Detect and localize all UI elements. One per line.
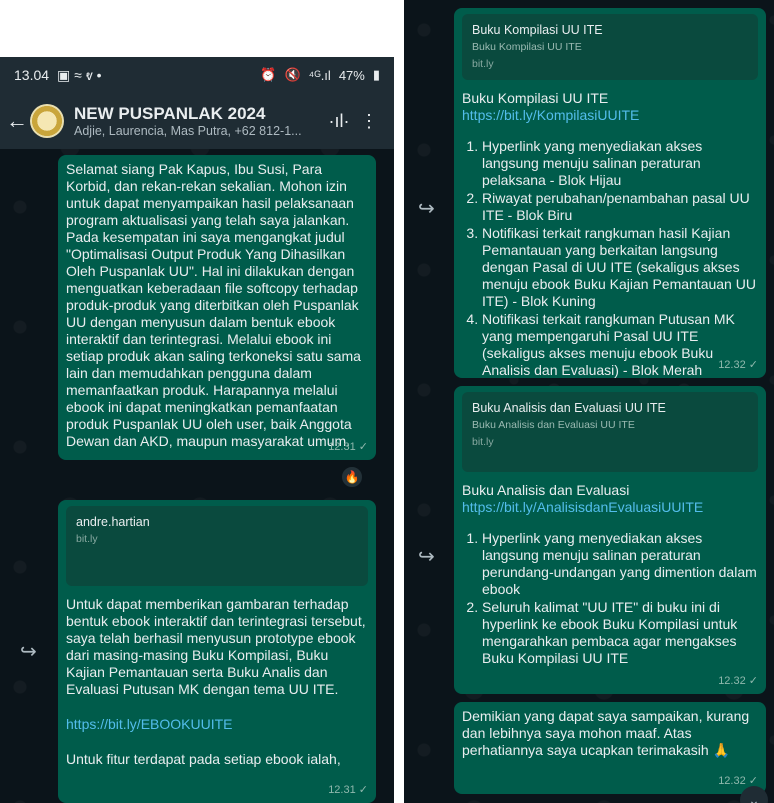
link-preview[interactable]: Buku Analisis dan Evaluasi UU ITE Buku A… bbox=[462, 392, 758, 472]
voice-chat-icon[interactable]: ·ıl· bbox=[324, 111, 354, 132]
message-bubble[interactable]: Buku Kompilasi UU ITE Buku Kompilasi UU … bbox=[454, 8, 766, 378]
status-time: 13.04 bbox=[14, 67, 50, 83]
chat-members: Adjie, Laurencia, Mas Putra, +62 812-1..… bbox=[74, 124, 302, 138]
chat-title: NEW PUSPANLAK 2024 bbox=[74, 104, 266, 123]
message-time: 12.31 ✓ bbox=[328, 784, 368, 796]
link-preview-title: Buku Analisis dan Evaluasi UU ITE bbox=[472, 401, 666, 415]
link-preview[interactable]: Buku Kompilasi UU ITE Buku Kompilasi UU … bbox=[462, 14, 758, 80]
left-chat-screen: 13.04 ▣ ≈ ⱴ • ⏰ 🔇 ⁴ᴳ.ıl 47% ▮ ← NEW PUSP… bbox=[0, 57, 394, 803]
message-text: Untuk fitur terdapat pada setiap ebook i… bbox=[66, 751, 341, 767]
forward-icon[interactable]: ↪ bbox=[418, 196, 435, 221]
signal-icon: ⁴ᴳ.ıl bbox=[308, 67, 331, 83]
list-item: Hyperlink yang menyediakan akses langsun… bbox=[482, 530, 758, 598]
message-time: 12.32 ✓ bbox=[718, 675, 758, 687]
message-bubble[interactable]: Demikian yang dapat saya sampaikan, kura… bbox=[454, 702, 766, 794]
mute-icon: 🔇 bbox=[284, 67, 301, 82]
message-bubble[interactable]: Buku Analisis dan Evaluasi UU ITE Buku A… bbox=[454, 386, 766, 694]
group-avatar[interactable] bbox=[30, 104, 64, 138]
read-check-icon: ✓ bbox=[748, 359, 758, 371]
notification-icons: ▣ ≈ ⱴ • bbox=[57, 66, 102, 83]
list-item: Notifikasi terkait rangkuman hasil Kajia… bbox=[482, 225, 758, 310]
chat-header: ← NEW PUSPANLAK 2024 Adjie, Laurencia, M… bbox=[0, 93, 394, 149]
link-preview-site: bit.ly bbox=[76, 533, 98, 545]
forward-icon[interactable]: ↪ bbox=[20, 639, 37, 664]
read-check-icon: ✓ bbox=[748, 675, 758, 687]
feature-list: Hyperlink yang menyediakan akses langsun… bbox=[462, 138, 758, 379]
message-time: 12.32 ✓ bbox=[718, 359, 758, 371]
right-chat-screen: Buku Kompilasi UU ITE Buku Kompilasi UU … bbox=[404, 0, 774, 803]
more-options-icon[interactable]: ⋮ bbox=[354, 111, 384, 132]
link-preview-description: Buku Kompilasi UU ITE bbox=[472, 41, 582, 53]
chat-info[interactable]: NEW PUSPANLAK 2024 Adjie, Laurencia, Mas… bbox=[74, 104, 324, 138]
message-link[interactable]: https://bit.ly/EBOOKUUITE bbox=[66, 716, 368, 733]
link-preview-title: andre.hartian bbox=[76, 515, 150, 529]
message-text: Demikian yang dapat saya sampaikan, kura… bbox=[462, 708, 750, 758]
message-heading: Buku Analisis dan Evaluasi bbox=[462, 482, 630, 498]
message-bubble[interactable]: andre.hartian bit.ly Untuk dapat memberi… bbox=[58, 500, 376, 803]
fire-reaction[interactable]: 🔥 bbox=[340, 465, 364, 489]
message-link[interactable]: https://bit.ly/KompilasiUUITE bbox=[462, 107, 758, 124]
message-text: Untuk dapat memberikan gambaran terhadap… bbox=[66, 596, 366, 697]
battery-level: 47% bbox=[338, 67, 365, 83]
forward-icon[interactable]: ↪ bbox=[418, 544, 435, 569]
list-item: Notifikasi terkait rangkuman Putusan MK … bbox=[482, 311, 758, 379]
message-link[interactable]: https://bit.ly/AnalisisdanEvaluasiUUITE bbox=[462, 499, 758, 516]
list-item: Hyperlink yang menyediakan akses langsun… bbox=[482, 138, 758, 189]
link-preview-site: bit.ly bbox=[472, 58, 494, 70]
read-check-icon: ✓ bbox=[358, 441, 368, 453]
link-preview-description: Buku Analisis dan Evaluasi UU ITE bbox=[472, 419, 635, 431]
read-check-icon: ✓ bbox=[358, 784, 368, 796]
message-text: Selamat siang Pak Kapus, Ibu Susi, Para … bbox=[66, 161, 361, 449]
battery-icon: ▮ bbox=[372, 67, 380, 82]
link-preview[interactable]: andre.hartian bit.ly bbox=[66, 506, 368, 586]
status-bar: 13.04 ▣ ≈ ⱴ • ⏰ 🔇 ⁴ᴳ.ıl 47% ▮ bbox=[0, 57, 394, 93]
link-preview-site: bit.ly bbox=[472, 436, 494, 448]
back-arrow-icon[interactable]: ← bbox=[6, 108, 28, 134]
link-preview-title: Buku Kompilasi UU ITE bbox=[472, 23, 603, 37]
feature-list: Hyperlink yang menyediakan akses langsun… bbox=[462, 530, 758, 667]
message-heading: Buku Kompilasi UU ITE bbox=[462, 90, 609, 106]
message-time: 12.31 ✓ bbox=[328, 441, 368, 453]
message-bubble[interactable]: Selamat siang Pak Kapus, Ibu Susi, Para … bbox=[58, 155, 376, 460]
list-item: Riwayat perubahan/penambahan pasal UU IT… bbox=[482, 190, 758, 224]
alarm-icon: ⏰ bbox=[260, 67, 277, 82]
list-item: Seluruh kalimat "UU ITE" di buku ini di … bbox=[482, 599, 758, 667]
